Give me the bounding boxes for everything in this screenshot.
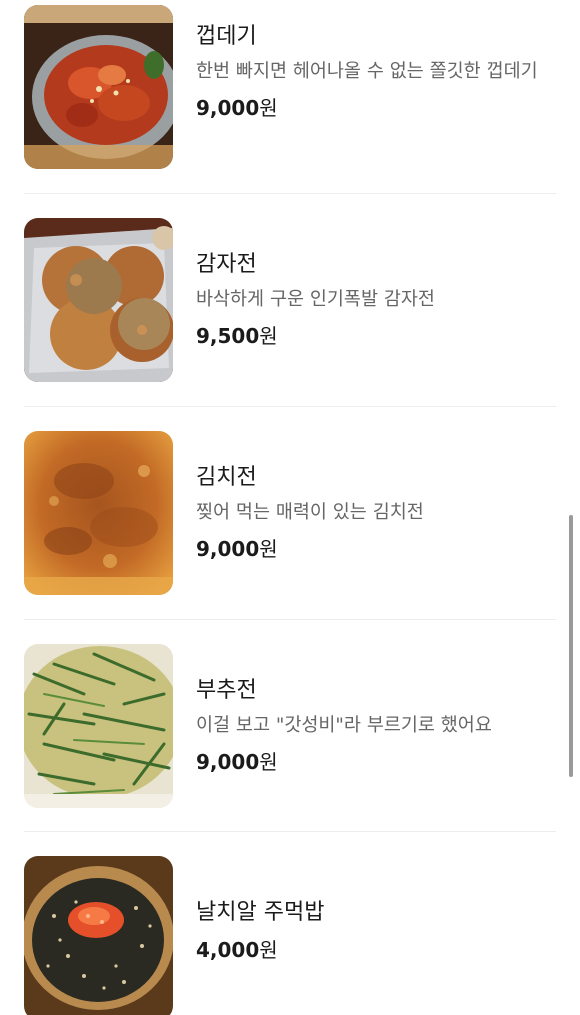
- currency-label: 원: [259, 750, 278, 774]
- menu-item-name: 껍데기: [196, 24, 257, 49]
- menu-item-description: 이걸 보고 "갓성비"라 부르기로 했어요: [196, 715, 492, 736]
- menu-item-name: 날치알 주먹밥: [196, 900, 325, 925]
- price-value: 9,500: [196, 324, 260, 348]
- menu-item-description: 바삭하게 구운 인기폭발 감자전: [196, 289, 435, 310]
- menu-item-photo[interactable]: [24, 5, 173, 169]
- price-value: 9,000: [196, 537, 260, 561]
- menu-item-photo[interactable]: [24, 644, 173, 808]
- currency-label: 원: [259, 324, 278, 348]
- menu-list-screen: 껍데기 한번 빠지면 헤어나올 수 없는 쫄깃한 껍데기 9,000원 감자전 …: [0, 0, 580, 1015]
- menu-item-price: 9,000원: [196, 749, 556, 775]
- menu-item-description: 찢어 먹는 매력이 있는 김치전: [196, 502, 424, 523]
- menu-item-description: 한번 빠지면 헤어나올 수 없는 쫄깃한 껍데기: [196, 61, 538, 82]
- currency-label: 원: [259, 96, 278, 120]
- item-divider: [24, 619, 556, 620]
- menu-item-name: 감자전: [196, 252, 257, 277]
- currency-label: 원: [259, 537, 278, 561]
- item-divider: [24, 406, 556, 407]
- menu-item-photo[interactable]: [24, 431, 173, 595]
- menu-item-price: 9,000원: [196, 95, 556, 121]
- price-value: 4,000: [196, 938, 260, 962]
- menu-item-photo[interactable]: [24, 856, 173, 1015]
- item-divider: [24, 193, 556, 194]
- menu-item-name: 부추전: [196, 678, 257, 703]
- menu-item-photo[interactable]: [24, 218, 173, 382]
- price-value: 9,000: [196, 750, 260, 774]
- currency-label: 원: [259, 938, 278, 962]
- menu-item-price: 9,500원: [196, 323, 556, 349]
- price-value: 9,000: [196, 96, 260, 120]
- menu-item-price: 9,000원: [196, 536, 556, 562]
- scrollbar[interactable]: [569, 515, 573, 777]
- menu-item-name: 김치전: [196, 465, 257, 490]
- item-divider: [24, 831, 556, 832]
- menu-item-price: 4,000원: [196, 937, 556, 963]
